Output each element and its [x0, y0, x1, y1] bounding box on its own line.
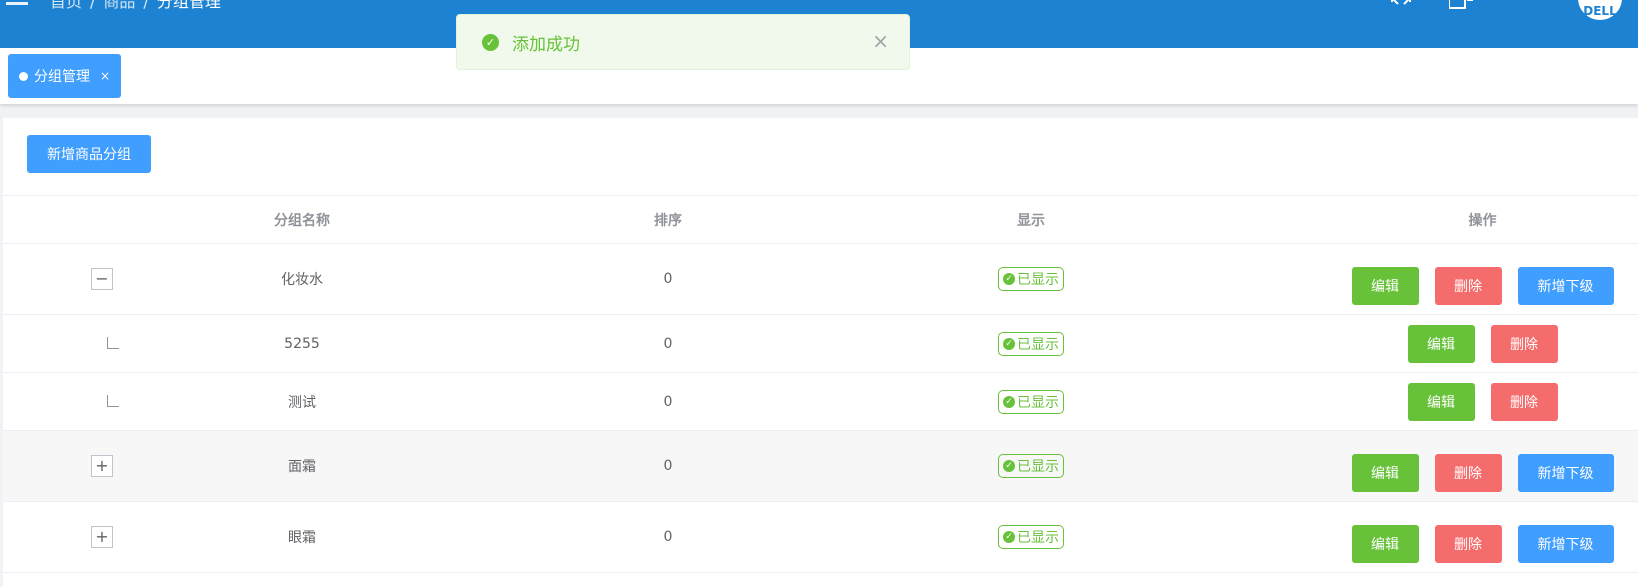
tab-group-management[interactable]: 分组管理 × [8, 54, 122, 98]
table-row: + 面霜 0 ✓ 已显示 编辑 删除 新增下级 [3, 430, 1638, 502]
status-badge: ✓ 已显示 [998, 267, 1064, 291]
status-badge: ✓ 已显示 [998, 331, 1064, 356]
table-row: − 化妆水 0 ✓ 已显示 编辑 删除 新增下级 [3, 243, 1638, 315]
status-badge: ✓ 已显示 [998, 454, 1064, 478]
main-panel: 新增商品分组 分组名称 排序 显示 操作 − 化妆水 0 ✓ 已显示 编辑 删除… [3, 118, 1638, 586]
status-text: 已显示 [1017, 530, 1059, 546]
collapse-icon[interactable]: − [91, 268, 113, 290]
success-toast: ✓ 添加成功 × [456, 14, 910, 70]
group-name: 5255 [284, 335, 320, 352]
sort-value: 0 [601, 430, 735, 502]
check-circle-icon: ✓ [1003, 395, 1015, 408]
status-badge: ✓ 已显示 [998, 525, 1064, 549]
check-circle-icon: ✓ [1003, 531, 1015, 543]
delete-button[interactable]: 删除 [1490, 382, 1558, 421]
breadcrumb-home[interactable]: 首页 [50, 0, 82, 11]
active-dot-icon [19, 71, 28, 81]
success-check-icon: ✓ [482, 33, 499, 51]
edit-button[interactable]: 编辑 [1407, 324, 1475, 363]
edit-button[interactable]: 编辑 [1351, 267, 1419, 305]
edit-button[interactable]: 编辑 [1407, 382, 1475, 421]
sort-value: 0 [601, 372, 735, 431]
tree-branch-icon [107, 394, 119, 407]
sort-value: 0 [601, 314, 735, 373]
group-name: 测试 [288, 394, 316, 411]
breadcrumb-separator: / [143, 0, 149, 11]
group-name: 化妆水 [281, 272, 323, 288]
delete-button[interactable]: 删除 [1490, 324, 1558, 363]
delete-button[interactable]: 删除 [1434, 525, 1502, 563]
add-child-button[interactable]: 新增下级 [1517, 267, 1614, 305]
header-display: 显示 [735, 195, 1327, 244]
status-text: 已显示 [1017, 336, 1059, 353]
add-child-button[interactable]: 新增下级 [1517, 525, 1614, 563]
header-sort: 排序 [601, 195, 735, 244]
check-circle-icon: ✓ [1003, 273, 1015, 285]
delete-button[interactable]: 删除 [1434, 454, 1502, 492]
breadcrumb-goods[interactable]: 商品 [103, 0, 135, 11]
add-child-button[interactable]: 新增下级 [1517, 454, 1614, 492]
status-text: 已显示 [1017, 394, 1059, 411]
header-group-name: 分组名称 [3, 195, 601, 244]
add-group-button[interactable]: 新增商品分组 [27, 135, 151, 173]
status-text: 已显示 [1017, 272, 1059, 288]
status-badge: ✓ 已显示 [998, 389, 1064, 414]
group-name: 眼霜 [288, 530, 316, 546]
check-circle-icon: ✓ [1003, 460, 1015, 472]
tab-label: 分组管理 [34, 69, 90, 85]
avatar[interactable]: DELL [1576, 0, 1624, 22]
toast-message: 添加成功 [512, 34, 580, 55]
table-row: 测试 0 ✓ 已显示 编辑 删除 [3, 372, 1638, 431]
status-text: 已显示 [1017, 459, 1059, 475]
sort-value: 0 [601, 243, 735, 315]
font-size-icon[interactable] [1448, 0, 1473, 14]
breadcrumb-separator: / [90, 0, 96, 11]
fullscreen-icon[interactable] [1390, 0, 1412, 14]
group-name: 面霜 [288, 459, 316, 475]
group-table: 分组名称 排序 显示 操作 − 化妆水 0 ✓ 已显示 编辑 删除 新增下级 5… [3, 195, 1638, 573]
table-row: 5255 0 ✓ 已显示 编辑 删除 [3, 314, 1638, 373]
delete-button[interactable]: 删除 [1434, 267, 1502, 305]
edit-button[interactable]: 编辑 [1351, 525, 1419, 563]
table-row: + 眼霜 0 ✓ 已显示 编辑 删除 新增下级 [3, 501, 1638, 573]
breadcrumb-current: 分组管理 [156, 0, 221, 11]
expand-icon[interactable]: + [91, 526, 113, 548]
menu-toggle-icon[interactable] [6, 2, 28, 5]
edit-button[interactable]: 编辑 [1351, 454, 1419, 492]
expand-icon[interactable]: + [91, 455, 113, 477]
sort-value: 0 [601, 501, 735, 573]
header-actions: 操作 [1327, 195, 1638, 244]
close-icon[interactable]: × [872, 31, 889, 51]
check-circle-icon: ✓ [1003, 337, 1015, 350]
breadcrumb: 首页 / 商品 / 分组管理 [50, 0, 221, 10]
tab-close-icon[interactable]: × [100, 69, 110, 83]
tree-branch-icon [107, 336, 119, 349]
